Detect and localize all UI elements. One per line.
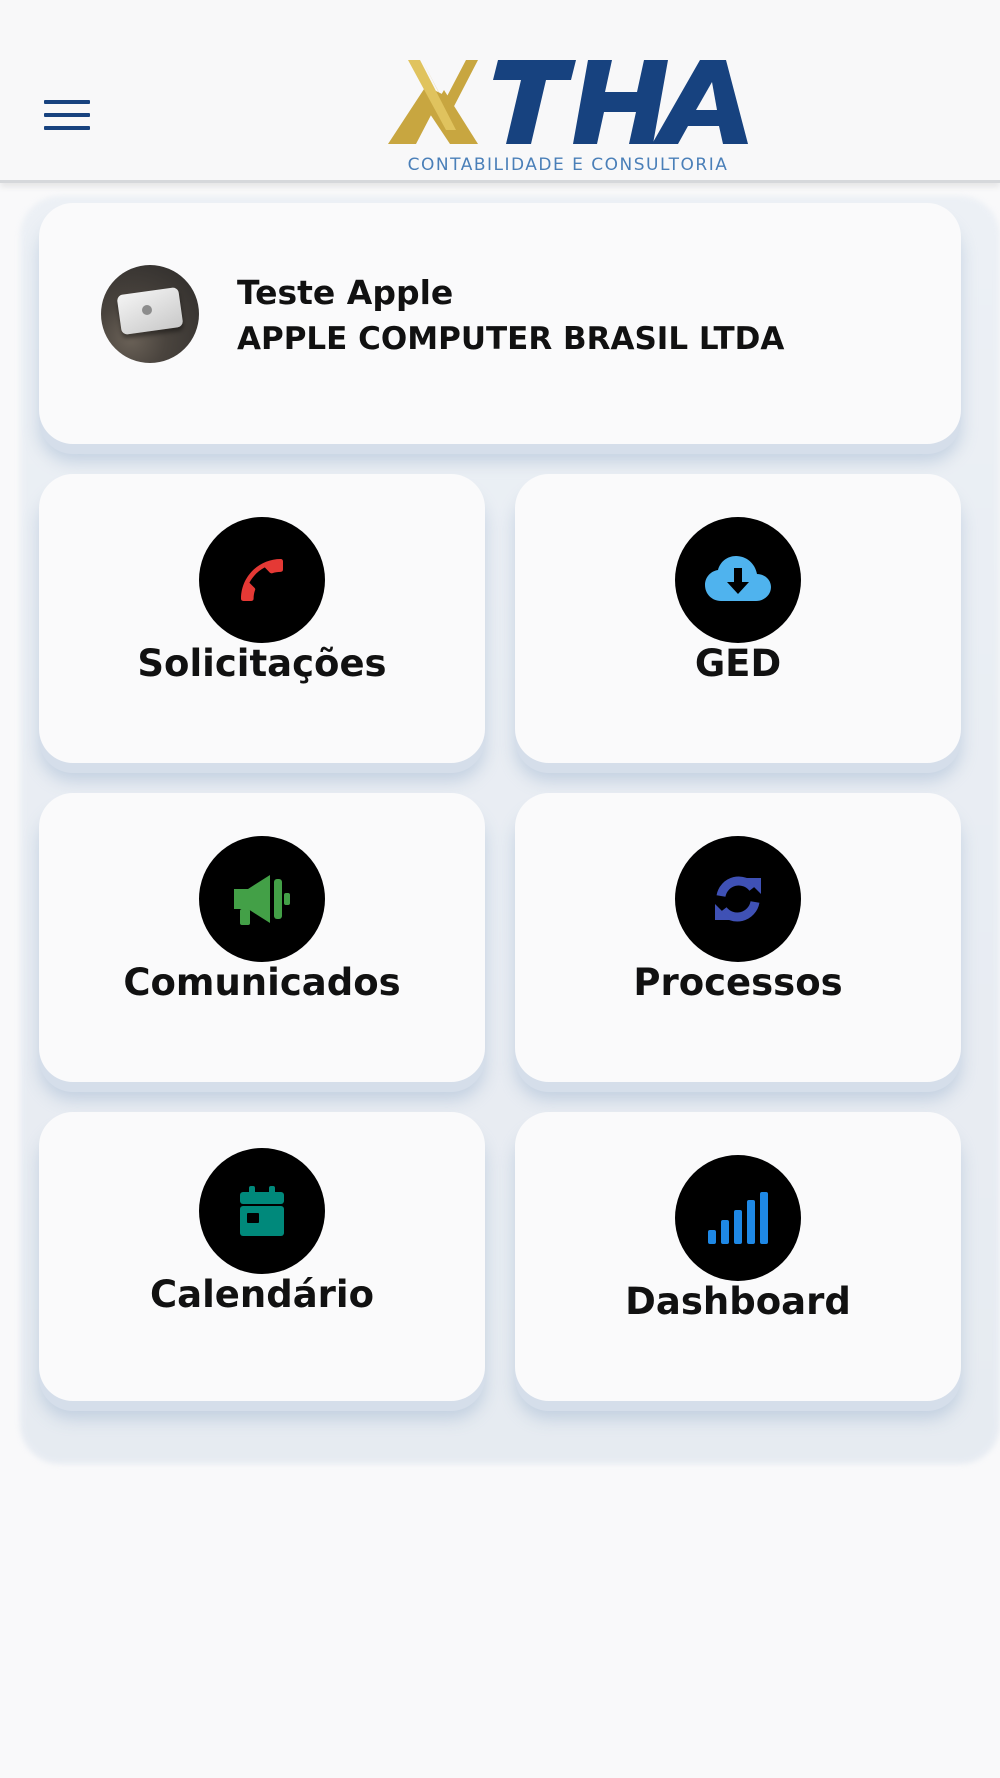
calendar-icon <box>199 1148 325 1274</box>
tile-ged[interactable]: GED <box>515 474 961 763</box>
tile-processos[interactable]: Processos <box>515 793 961 1082</box>
megaphone-icon <box>199 836 325 962</box>
cloud-download-icon <box>675 517 801 643</box>
refresh-icon <box>675 836 801 962</box>
tile-comunicados[interactable]: Comunicados <box>39 793 485 1082</box>
app-header: CONTABILIDADE E CONSULTORIA <box>0 0 1000 183</box>
tile-label: Calendário <box>149 1273 375 1316</box>
logo-tagline: CONTABILIDADE E CONSULTORIA <box>407 155 729 175</box>
tile-dashboard[interactable]: Dashboard <box>515 1112 961 1401</box>
tile-solicitacoes[interactable]: Solicitações <box>39 474 485 763</box>
profile-card[interactable]: Teste Apple APPLE COMPUTER BRASIL LTDA <box>39 203 961 444</box>
tile-label: Processos <box>633 961 843 1004</box>
tile-calendario[interactable]: Calendário <box>39 1112 485 1401</box>
app-screen: CONTABILIDADE E CONSULTORIA Teste Apple … <box>0 0 1000 1778</box>
profile-company: APPLE COMPUTER BRASIL LTDA <box>237 321 785 357</box>
hamburger-menu-icon[interactable] <box>44 100 90 132</box>
tile-label: Solicitações <box>137 642 387 685</box>
tile-label: GED <box>694 642 782 685</box>
tile-label: Comunicados <box>123 961 401 1004</box>
tile-label: Dashboard <box>625 1280 851 1323</box>
phone-icon <box>199 517 325 643</box>
profile-name: Teste Apple <box>237 273 454 312</box>
signal-bars-icon <box>675 1155 801 1281</box>
avatar <box>101 265 199 363</box>
